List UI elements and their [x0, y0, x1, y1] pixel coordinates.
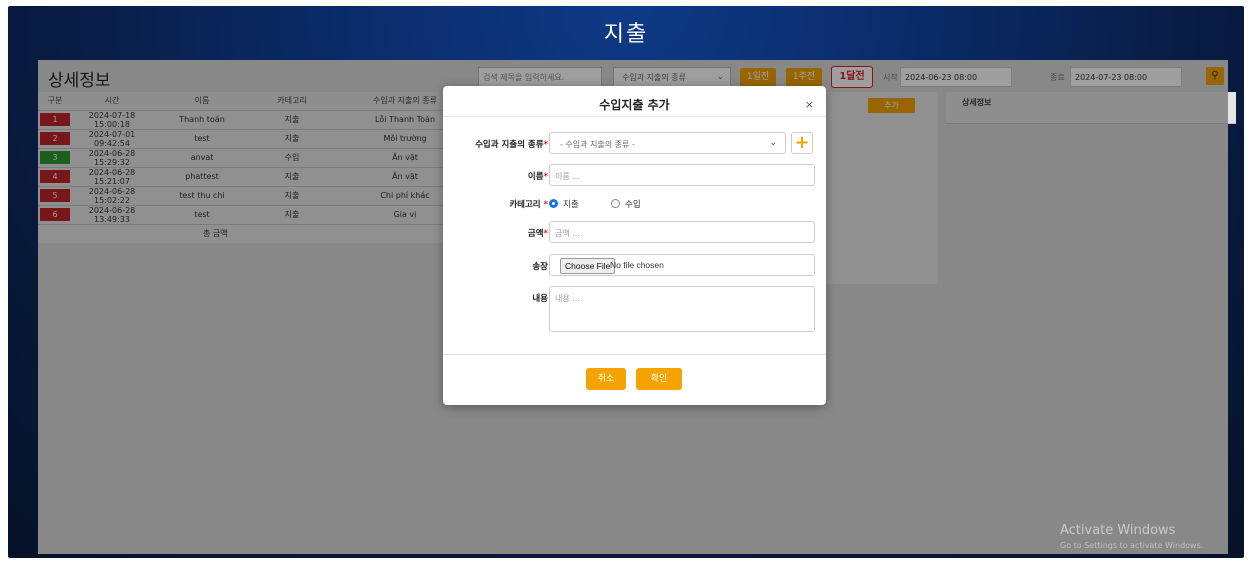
add-type-button[interactable]: +	[791, 132, 813, 154]
name-input[interactable]: 이름 ...	[549, 164, 815, 186]
modal-title: 수입지출 추가	[599, 98, 670, 112]
type-select-value: - 수입과 지출의 종류 -	[560, 140, 635, 149]
windows-watermark-subtitle: Go to Settings to activate Windows.	[1060, 541, 1204, 550]
confirm-button[interactable]: 확인	[636, 368, 682, 390]
modal-divider	[443, 116, 826, 117]
close-icon[interactable]: ×	[805, 98, 814, 111]
amount-input[interactable]: 금액 ...	[549, 221, 815, 243]
add-entry-modal: 수입지출 추가 × 수입과 지출의 종류* - 수입과 지출의 종류 - ⌄ +…	[443, 86, 826, 405]
type-field-label: 수입과 지출의 종류*	[475, 140, 548, 150]
invoice-file-input[interactable]: Choose File No file chosen	[549, 254, 815, 276]
plus-icon: +	[794, 132, 810, 153]
radio-unchecked-icon	[611, 199, 620, 208]
chevron-down-icon: ⌄	[769, 138, 777, 148]
page-title: 지출	[603, 22, 649, 47]
windows-watermark-title: Activate Windows	[1060, 523, 1176, 538]
name-field-label: 이름*	[527, 172, 548, 182]
content-field-label: 내용	[532, 294, 548, 304]
file-status: No file chosen	[610, 260, 664, 270]
choose-file-button[interactable]: Choose File	[560, 258, 616, 274]
content-textarea[interactable]: 내용 ...	[549, 286, 815, 332]
category-field-label: 카테고리 *	[509, 200, 548, 210]
radio-expense[interactable]: 지출	[549, 198, 579, 210]
type-select[interactable]: - 수입과 지출의 종류 - ⌄	[549, 132, 786, 154]
modal-divider	[443, 354, 826, 355]
radio-income[interactable]: 수입	[611, 198, 641, 210]
radio-checked-icon	[549, 199, 558, 208]
amount-field-label: 금액*	[527, 229, 548, 239]
cancel-button[interactable]: 취소	[586, 368, 626, 390]
invoice-field-label: 송장	[532, 262, 548, 272]
